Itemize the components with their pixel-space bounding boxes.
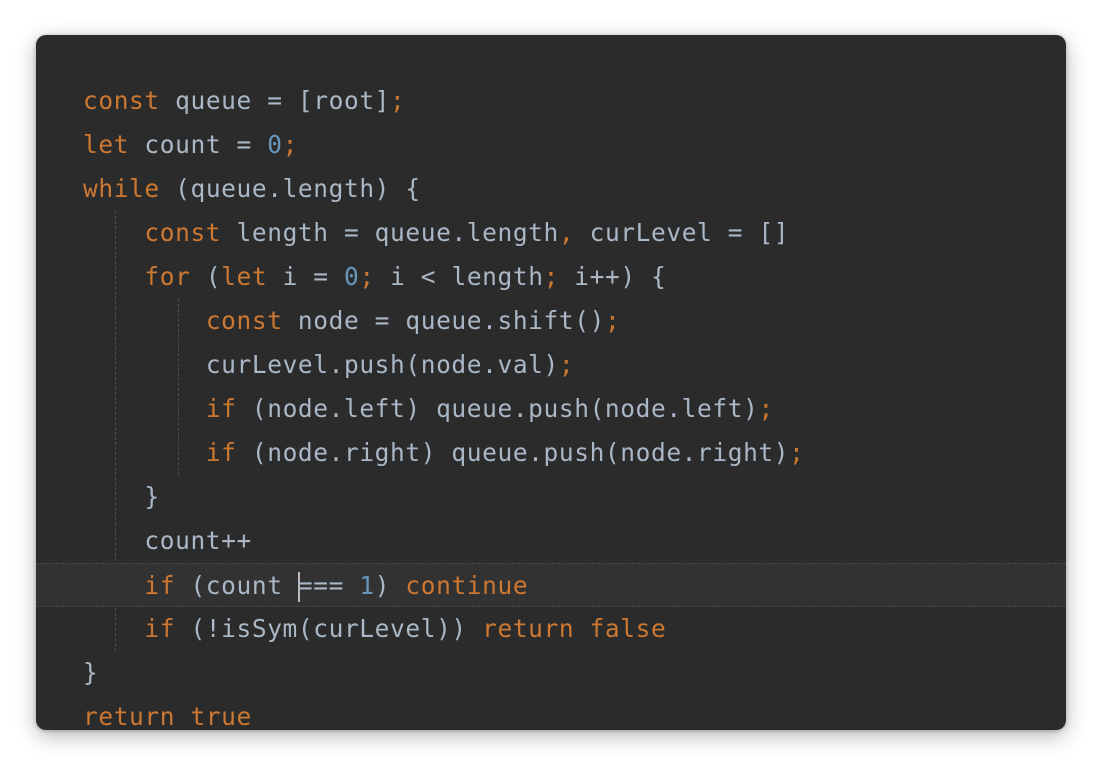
code-token: curLevel.push(node.val) <box>205 350 559 379</box>
code-line[interactable]: for (let i = 0; i < length; i++) { <box>36 255 1066 299</box>
code-line[interactable]: while (queue.length) { <box>36 167 1066 211</box>
code-line[interactable]: curLevel.push(node.val); <box>36 343 1066 387</box>
code-token: === <box>297 571 360 600</box>
keyword-token: return true <box>83 702 252 730</box>
code-token: (count <box>175 571 298 600</box>
code-token: queue = [root] <box>159 86 391 115</box>
code-token: ( <box>190 262 222 291</box>
number-token: 1 <box>359 571 375 600</box>
keyword-token: , <box>558 218 575 247</box>
keyword-token: ; <box>359 262 375 291</box>
code-token: count++ <box>144 526 252 555</box>
keyword-token: for <box>144 262 191 291</box>
keyword-token: let <box>221 262 268 291</box>
keyword-token: if <box>144 571 176 600</box>
keyword-token: return false <box>482 614 667 643</box>
code-line[interactable]: return true <box>36 695 1066 730</box>
keyword-token: ; <box>543 262 559 291</box>
keyword-token: ; <box>282 130 298 159</box>
keyword-token: ; <box>758 394 774 423</box>
code-token: (queue.length) { <box>159 174 421 203</box>
code-token: node = queue.shift() <box>282 306 605 335</box>
code-token: length = queue.length <box>221 218 559 247</box>
code-line[interactable]: } <box>36 475 1066 519</box>
code-line[interactable]: let count = 0; <box>36 123 1066 167</box>
code-token: (node.right) queue.push(node.right) <box>236 438 790 467</box>
keyword-token: if <box>144 614 176 643</box>
keyword-token: let <box>83 130 130 159</box>
keyword-token: ; <box>558 350 575 379</box>
code-token: i++) { <box>558 262 667 291</box>
code-line[interactable]: const node = queue.shift(); <box>36 299 1066 343</box>
keyword-token: if <box>205 438 237 467</box>
code-token: curLevel = [] <box>574 218 790 247</box>
code-line[interactable]: count++ <box>36 519 1066 563</box>
number-token: 0 <box>344 262 360 291</box>
keyword-token: ; <box>604 306 621 335</box>
code-line[interactable]: if (!isSym(curLevel)) return false <box>36 607 1066 651</box>
code-line[interactable]: if (node.right) queue.push(node.right); <box>36 431 1066 475</box>
code-token: } <box>83 658 99 687</box>
code-token: ) <box>374 571 406 600</box>
code-line[interactable]: const length = queue.length, curLevel = … <box>36 211 1066 255</box>
keyword-token: ; <box>789 438 805 467</box>
code-line[interactable]: const queue = [root]; <box>36 79 1066 123</box>
code-token: i = <box>267 262 344 291</box>
code-line[interactable]: } <box>36 651 1066 695</box>
keyword-token: continue <box>405 571 529 600</box>
keyword-token: const <box>83 86 160 115</box>
keyword-token: const <box>144 218 222 247</box>
code-token: (node.left) queue.push(node.left) <box>236 394 759 423</box>
keyword-token: ; <box>390 86 406 115</box>
code-token: count = <box>129 130 268 159</box>
number-token: 0 <box>267 130 283 159</box>
keyword-token: if <box>205 394 237 423</box>
code-line[interactable]: if (node.left) queue.push(node.left); <box>36 387 1066 431</box>
code-token: } <box>144 482 160 511</box>
code-line-current[interactable]: if (count === 1) continue <box>36 563 1066 607</box>
keyword-token: const <box>205 306 283 335</box>
code-token: i < length <box>374 262 544 291</box>
code-token: (!isSym(curLevel)) <box>175 614 483 643</box>
code-editor-window: const queue = [root]; let count = 0; while… <box>36 35 1066 730</box>
code-area[interactable]: const queue = [root]; let count = 0; while… <box>36 79 1066 730</box>
keyword-token: while <box>83 174 160 203</box>
